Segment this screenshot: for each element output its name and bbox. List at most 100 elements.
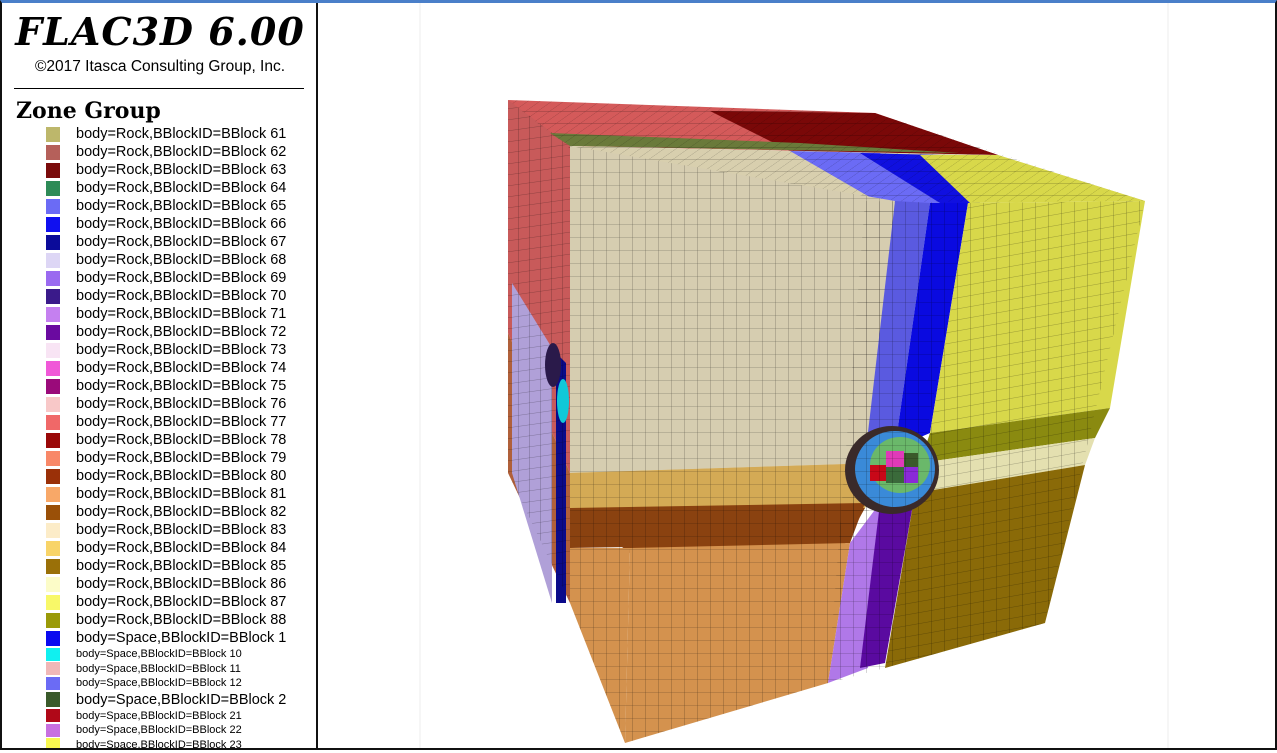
legend-divider (14, 88, 304, 89)
legend-item: body=Rock,BBlockID=BBlock 79 (46, 449, 286, 467)
legend-label: body=Rock,BBlockID=BBlock 85 (76, 558, 287, 574)
legend-swatch (46, 324, 60, 340)
legend-label: body=Space,BBlockID=BBlock 1 (76, 630, 287, 646)
legend-swatch (46, 198, 60, 214)
left-face (508, 100, 570, 603)
legend-item: body=Space,BBlockID=BBlock 22 (46, 723, 286, 738)
legend-label: body=Rock,BBlockID=BBlock 75 (76, 378, 287, 394)
legend-swatch (46, 738, 60, 748)
legend-item: body=Rock,BBlockID=BBlock 77 (46, 413, 286, 431)
legend-label: body=Space,BBlockID=BBlock 11 (76, 662, 241, 675)
legend-swatch (46, 647, 60, 661)
legend-swatch (46, 522, 60, 538)
legend-item: body=Rock,BBlockID=BBlock 82 (46, 503, 286, 521)
legend-item: body=Rock,BBlockID=BBlock 62 (46, 143, 286, 161)
legend-label: body=Rock,BBlockID=BBlock 78 (76, 432, 287, 448)
legend-swatch (46, 709, 60, 723)
legend-label: body=Rock,BBlockID=BBlock 67 (76, 234, 287, 250)
legend-item: body=Space,BBlockID=BBlock 21 (46, 709, 286, 724)
legend-label: body=Rock,BBlockID=BBlock 69 (76, 270, 287, 286)
legend-label: body=Rock,BBlockID=BBlock 74 (76, 360, 287, 376)
legend-item: body=Space,BBlockID=BBlock 10 (46, 647, 286, 662)
legend-label: body=Rock,BBlockID=BBlock 70 (76, 288, 287, 304)
legend-label: body=Rock,BBlockID=BBlock 86 (76, 576, 287, 592)
legend-item: body=Rock,BBlockID=BBlock 83 (46, 521, 286, 539)
legend-item: body=Rock,BBlockID=BBlock 80 (46, 467, 286, 485)
legend-item: body=Rock,BBlockID=BBlock 86 (46, 575, 286, 593)
mesh-block-cube[interactable] (508, 100, 1145, 743)
legend-label: body=Rock,BBlockID=BBlock 77 (76, 414, 287, 430)
legend-label: body=Rock,BBlockID=BBlock 82 (76, 504, 287, 520)
legend-swatch (46, 234, 60, 250)
legend-label: body=Rock,BBlockID=BBlock 65 (76, 198, 287, 214)
legend-list: body=Rock,BBlockID=BBlock 61 body=Rock,BB… (46, 125, 286, 748)
legend-item: body=Rock,BBlockID=BBlock 68 (46, 251, 286, 269)
legend-label: body=Rock,BBlockID=BBlock 61 (76, 126, 287, 142)
legend-item: body=Space,BBlockID=BBlock 23 (46, 738, 286, 748)
legend-label: body=Rock,BBlockID=BBlock 66 (76, 216, 287, 232)
legend-label: body=Rock,BBlockID=BBlock 79 (76, 450, 287, 466)
legend-swatch (46, 396, 60, 412)
legend-swatch (46, 486, 60, 502)
legend-swatch (46, 180, 60, 196)
legend-item: body=Rock,BBlockID=BBlock 75 (46, 377, 286, 395)
legend-swatch (46, 630, 60, 646)
legend-label: body=Space,BBlockID=BBlock 2 (76, 691, 287, 708)
legend-item: body=Rock,BBlockID=BBlock 73 (46, 341, 286, 359)
legend-label: body=Rock,BBlockID=BBlock 63 (76, 162, 287, 178)
legend-item: body=Space,BBlockID=BBlock 11 (46, 662, 286, 677)
legend-swatch (46, 378, 60, 394)
legend-swatch (46, 676, 60, 690)
legend-swatch (46, 612, 60, 628)
legend-item: body=Rock,BBlockID=BBlock 66 (46, 215, 286, 233)
legend-item: body=Space,BBlockID=BBlock 12 (46, 676, 286, 691)
legend-label: body=Rock,BBlockID=BBlock 71 (76, 306, 287, 322)
legend-swatch (46, 558, 60, 574)
legend-swatch (46, 270, 60, 286)
legend-item: body=Rock,BBlockID=BBlock 85 (46, 557, 286, 575)
legend-label: body=Space,BBlockID=BBlock 23 (76, 738, 242, 748)
model-3d-view[interactable] (320, 3, 1275, 748)
legend-swatch (46, 662, 60, 676)
legend-item: body=Space,BBlockID=BBlock 1 (46, 629, 286, 647)
legend-label: body=Space,BBlockID=BBlock 10 (76, 648, 242, 661)
legend-label: body=Rock,BBlockID=BBlock 81 (76, 486, 287, 502)
tunnel-ring-right (845, 426, 939, 514)
legend-swatch (46, 252, 60, 268)
app-title: FLAC3D 6.00 (15, 9, 305, 54)
legend-item: body=Rock,BBlockID=BBlock 72 (46, 323, 286, 341)
legend-label: body=Rock,BBlockID=BBlock 64 (76, 180, 287, 196)
legend-swatch (46, 504, 60, 520)
legend-label: body=Rock,BBlockID=BBlock 62 (76, 144, 287, 160)
legend-label: body=Rock,BBlockID=BBlock 87 (76, 594, 287, 610)
legend-item: body=Rock,BBlockID=BBlock 81 (46, 485, 286, 503)
legend-item: body=Rock,BBlockID=BBlock 65 (46, 197, 286, 215)
legend-label: body=Rock,BBlockID=BBlock 68 (76, 252, 287, 268)
legend-label: body=Rock,BBlockID=BBlock 76 (76, 396, 287, 412)
legend-title: Zone Group (16, 98, 161, 124)
legend-swatch (46, 216, 60, 232)
legend-item: body=Rock,BBlockID=BBlock 74 (46, 359, 286, 377)
legend-label: body=Rock,BBlockID=BBlock 88 (76, 612, 287, 628)
legend-item: body=Rock,BBlockID=BBlock 87 (46, 593, 286, 611)
legend-item: body=Rock,BBlockID=BBlock 84 (46, 539, 286, 557)
legend-swatch (46, 414, 60, 430)
model-viewport[interactable] (320, 3, 1275, 748)
legend-swatch (46, 594, 60, 610)
legend-swatch (46, 162, 60, 178)
legend-swatch (46, 126, 60, 142)
legend-label: body=Rock,BBlockID=BBlock 72 (76, 324, 287, 340)
legend-item: body=Rock,BBlockID=BBlock 88 (46, 611, 286, 629)
legend-item: body=Rock,BBlockID=BBlock 71 (46, 305, 286, 323)
legend-item: body=Rock,BBlockID=BBlock 67 (46, 233, 286, 251)
legend-label: body=Space,BBlockID=BBlock 21 (76, 709, 242, 722)
legend-swatch (46, 576, 60, 592)
legend-swatch (46, 288, 60, 304)
legend-swatch (46, 360, 60, 376)
copyright-text: ©2017 Itasca Consulting Group, Inc. (34, 58, 286, 75)
legend-label: body=Space,BBlockID=BBlock 22 (76, 724, 242, 737)
legend-swatch (46, 692, 60, 707)
legend-item: body=Rock,BBlockID=BBlock 63 (46, 161, 286, 179)
legend-panel: FLAC3D 6.00 ©2017 Itasca Consulting Grou… (2, 3, 318, 748)
legend-label: body=Rock,BBlockID=BBlock 84 (76, 540, 287, 556)
